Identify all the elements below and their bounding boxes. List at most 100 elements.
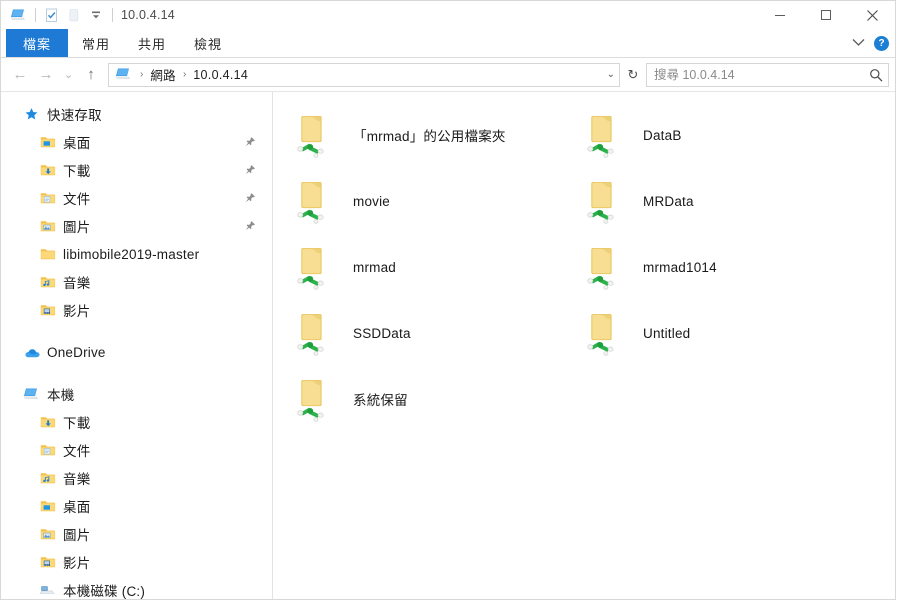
sidebar-item-libimobile[interactable]: libimobile2019-master	[1, 240, 272, 268]
desktop-folder-icon	[39, 498, 56, 515]
pin-icon[interactable]	[245, 135, 256, 150]
list-item[interactable]: mrmad1014	[577, 236, 867, 298]
list-item[interactable]: Untitled	[577, 302, 867, 364]
pin-icon[interactable]	[245, 191, 256, 206]
address-bar: ← → ⌄ ↑ › 網路 › 10.0.4.14 ⌄ ↻	[1, 58, 895, 92]
properties-icon[interactable]	[41, 4, 62, 26]
list-item-label: mrmad	[353, 259, 397, 275]
tab-file[interactable]: 檔案	[6, 29, 69, 57]
close-button[interactable]	[849, 1, 895, 29]
toolbar-separator-1	[35, 8, 36, 22]
local-disk-icon	[39, 582, 56, 599]
sidebar-item-label: OneDrive	[47, 344, 106, 360]
onedrive-cloud-icon	[23, 344, 40, 361]
breadcrumb-separator-2[interactable]: ›	[178, 69, 191, 80]
documents-folder-icon	[39, 190, 56, 207]
sidebar-item-label: 下載	[63, 416, 91, 431]
navigation-pane[interactable]: 快速存取 桌面 下載 文件 圖片 libimobile2019-master 音…	[1, 92, 273, 599]
recent-locations-button[interactable]: ⌄	[59, 62, 78, 88]
sidebar-item-music-qa[interactable]: 音樂	[1, 268, 272, 296]
breadcrumb-item-host[interactable]: 10.0.4.14	[191, 68, 250, 82]
list-item-label: DataB	[643, 127, 682, 143]
tab-view[interactable]: 檢視	[180, 29, 236, 57]
sidebar-item-local-disk-c[interactable]: 本機磁碟 (C:)	[1, 576, 272, 599]
list-item[interactable]: 「mrmad」的公用檔案夾	[287, 104, 577, 166]
sidebar-item-label: 圖片	[63, 220, 91, 235]
list-item[interactable]: mrmad	[287, 236, 577, 298]
sidebar-item-music-pc[interactable]: 音樂	[1, 464, 272, 492]
sidebar-item-label: 桌面	[63, 500, 91, 515]
customize-quick-access-dropdown-icon[interactable]	[85, 4, 106, 26]
chevron-down-icon[interactable]	[852, 34, 865, 52]
sidebar-item-label: 桌面	[63, 136, 91, 151]
quick-access-toolbar: 10.0.4.14	[1, 1, 175, 29]
shared-folder-icon	[581, 308, 633, 358]
sidebar-item-label: 影片	[63, 304, 91, 319]
file-list[interactable]: 「mrmad」的公用檔案夾 DataB movie MRData mrmad m…	[273, 92, 895, 599]
sidebar-item-label: libimobile2019-master	[63, 246, 200, 262]
sidebar-item-downloads-pc[interactable]: 下載	[1, 408, 272, 436]
breadcrumb-separator-1[interactable]: ›	[135, 69, 148, 80]
up-button[interactable]: ↑	[78, 62, 104, 88]
pin-icon[interactable]	[245, 163, 256, 178]
shared-folder-icon	[291, 374, 343, 424]
search-icon[interactable]	[864, 68, 888, 82]
sidebar-item-pictures-qa[interactable]: 圖片	[1, 212, 272, 240]
sidebar-group-quick-access[interactable]: 快速存取	[1, 100, 272, 128]
videos-folder-icon	[39, 302, 56, 319]
tab-share[interactable]: 共用	[124, 29, 180, 57]
search-input[interactable]	[647, 66, 864, 83]
sidebar-item-documents-pc[interactable]: 文件	[1, 436, 272, 464]
sidebar-item-desktop-pc[interactable]: 桌面	[1, 492, 272, 520]
pictures-folder-icon	[39, 218, 56, 235]
music-folder-icon	[39, 470, 56, 487]
sidebar-item-videos-qa[interactable]: 影片	[1, 296, 272, 324]
sidebar-item-label: 下載	[63, 164, 91, 179]
sidebar-item-onedrive[interactable]: OneDrive	[1, 338, 272, 366]
refresh-button[interactable]: ↻	[620, 62, 646, 88]
file-explorer-window: 10.0.4.14 檔案 常用 共用 檢視 ? ← → ⌄ ↑ › 網路 › 1…	[0, 0, 896, 600]
shared-folder-icon	[291, 110, 343, 160]
maximize-button[interactable]	[803, 1, 849, 29]
search-box[interactable]	[646, 62, 889, 87]
help-button[interactable]: ?	[874, 35, 889, 51]
sidebar-item-label: 文件	[63, 192, 91, 207]
sidebar-item-pictures-pc[interactable]: 圖片	[1, 520, 272, 548]
tab-home[interactable]: 常用	[68, 29, 124, 57]
breadcrumb-dropdown-icon[interactable]: ⌄	[607, 69, 615, 80]
list-item[interactable]: SSDData	[287, 302, 577, 364]
sidebar-item-videos-pc[interactable]: 影片	[1, 548, 272, 576]
new-folder-icon[interactable]	[63, 4, 84, 26]
network-computer-icon[interactable]	[8, 4, 29, 26]
list-item[interactable]: DataB	[577, 104, 867, 166]
sidebar-item-documents-qa[interactable]: 文件	[1, 184, 272, 212]
list-item-label: mrmad1014	[643, 259, 717, 275]
list-item[interactable]: movie	[287, 170, 577, 232]
pin-icon[interactable]	[245, 219, 256, 234]
toolbar-separator-2	[112, 8, 113, 22]
forward-button[interactable]: →	[33, 62, 59, 88]
shared-folder-icon	[291, 308, 343, 358]
minimize-button[interactable]	[757, 1, 803, 29]
list-item[interactable]: 系統保留	[287, 368, 577, 430]
this-pc-icon	[23, 386, 40, 403]
list-item[interactable]: MRData	[577, 170, 867, 232]
sidebar-item-desktop-qa[interactable]: 桌面	[1, 128, 272, 156]
list-item-label: Untitled	[643, 325, 691, 341]
sidebar-item-label: 文件	[63, 444, 91, 459]
sidebar-item-label: 音樂	[63, 472, 91, 487]
sidebar-group-this-pc[interactable]: 本機	[1, 380, 272, 408]
breadcrumb-item-network[interactable]: 網路	[148, 65, 178, 84]
pictures-folder-icon	[39, 526, 56, 543]
sidebar-item-downloads-qa[interactable]: 下載	[1, 156, 272, 184]
shared-folder-icon	[291, 242, 343, 292]
downloads-folder-icon	[39, 162, 56, 179]
shared-folder-icon	[581, 242, 633, 292]
breadcrumb[interactable]: › 網路 › 10.0.4.14 ⌄	[108, 62, 620, 87]
folder-icon	[39, 246, 56, 263]
list-item-label: movie	[353, 193, 391, 209]
back-button[interactable]: ←	[7, 62, 33, 88]
star-icon	[23, 106, 40, 123]
